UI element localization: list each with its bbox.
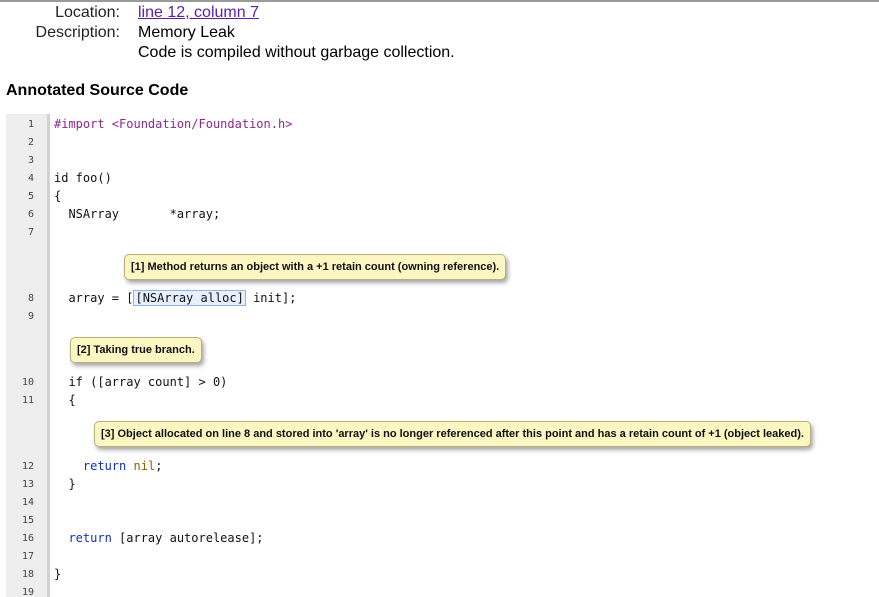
line-number: 5 [27, 191, 34, 202]
line-number: 3 [27, 155, 34, 166]
line-number: 18 [21, 569, 34, 580]
line-number: 19 [21, 587, 34, 597]
section-title: Annotated Source Code [6, 82, 189, 99]
line-number: 17 [21, 551, 34, 562]
keyword-return: return [82, 459, 127, 473]
code-line-4: id foo() [54, 171, 112, 185]
keyword-return: return [68, 531, 112, 545]
line-number: 14 [21, 497, 34, 508]
code-text: [array autorelease]; [111, 531, 264, 545]
line-number: 9 [27, 311, 34, 322]
code-text: array = [ [54, 291, 134, 305]
line-number: 7 [27, 227, 34, 238]
code-line-5: { [54, 189, 62, 203]
code-line-1: #import <Foundation/Foundation.h> [54, 117, 293, 131]
line-number: 2 [27, 137, 34, 148]
code-line-16: return [array autorelease]; [54, 531, 264, 545]
code-text: ; [155, 459, 163, 473]
code-text: init]; [245, 291, 297, 305]
description-detail: Code is compiled without garbage collect… [138, 44, 455, 61]
gutter-divider [47, 114, 50, 597]
annotation-bubble-2: [2] Taking true branch. [70, 337, 202, 363]
code-line-6: NSArray *array; [54, 207, 221, 221]
line-number: 8 [27, 293, 34, 304]
code-line-8: array = [[NSArray alloc] init]; [54, 290, 297, 306]
annotation-bubble-1: [1] Method returns an object with a +1 r… [124, 254, 507, 280]
line-number: 15 [21, 515, 34, 526]
location-link[interactable]: line 12, column 7 [138, 3, 259, 23]
line-number: 16 [21, 533, 34, 544]
line-number: 12 [21, 461, 34, 472]
annotated-source-code: 1 2 3 4 5 6 7 8 9 10 11 12 13 14 15 16 1… [6, 114, 879, 597]
code-line-12: return nil; [54, 459, 163, 473]
annotation-bubble-3: [3] Object allocated on line 8 and store… [94, 421, 811, 447]
highlighted-expression: [NSArray alloc] [133, 290, 246, 306]
code-line-13: } [54, 477, 76, 491]
top-divider [0, 0, 879, 2]
location-label: Location: [55, 4, 120, 21]
line-number: 13 [21, 479, 34, 490]
line-number: 10 [21, 377, 34, 388]
description-label: Description: [35, 24, 120, 41]
code-line-10: if ([array count] > 0) [54, 375, 228, 389]
line-number: 6 [27, 209, 34, 220]
line-number: 1 [27, 119, 34, 130]
code-line-18: } [54, 567, 62, 581]
keyword-nil: nil [133, 459, 156, 473]
code-line-11: { [54, 393, 76, 407]
description-title: Memory Leak [138, 24, 235, 41]
line-number: 11 [21, 395, 34, 406]
line-number: 4 [27, 173, 34, 184]
